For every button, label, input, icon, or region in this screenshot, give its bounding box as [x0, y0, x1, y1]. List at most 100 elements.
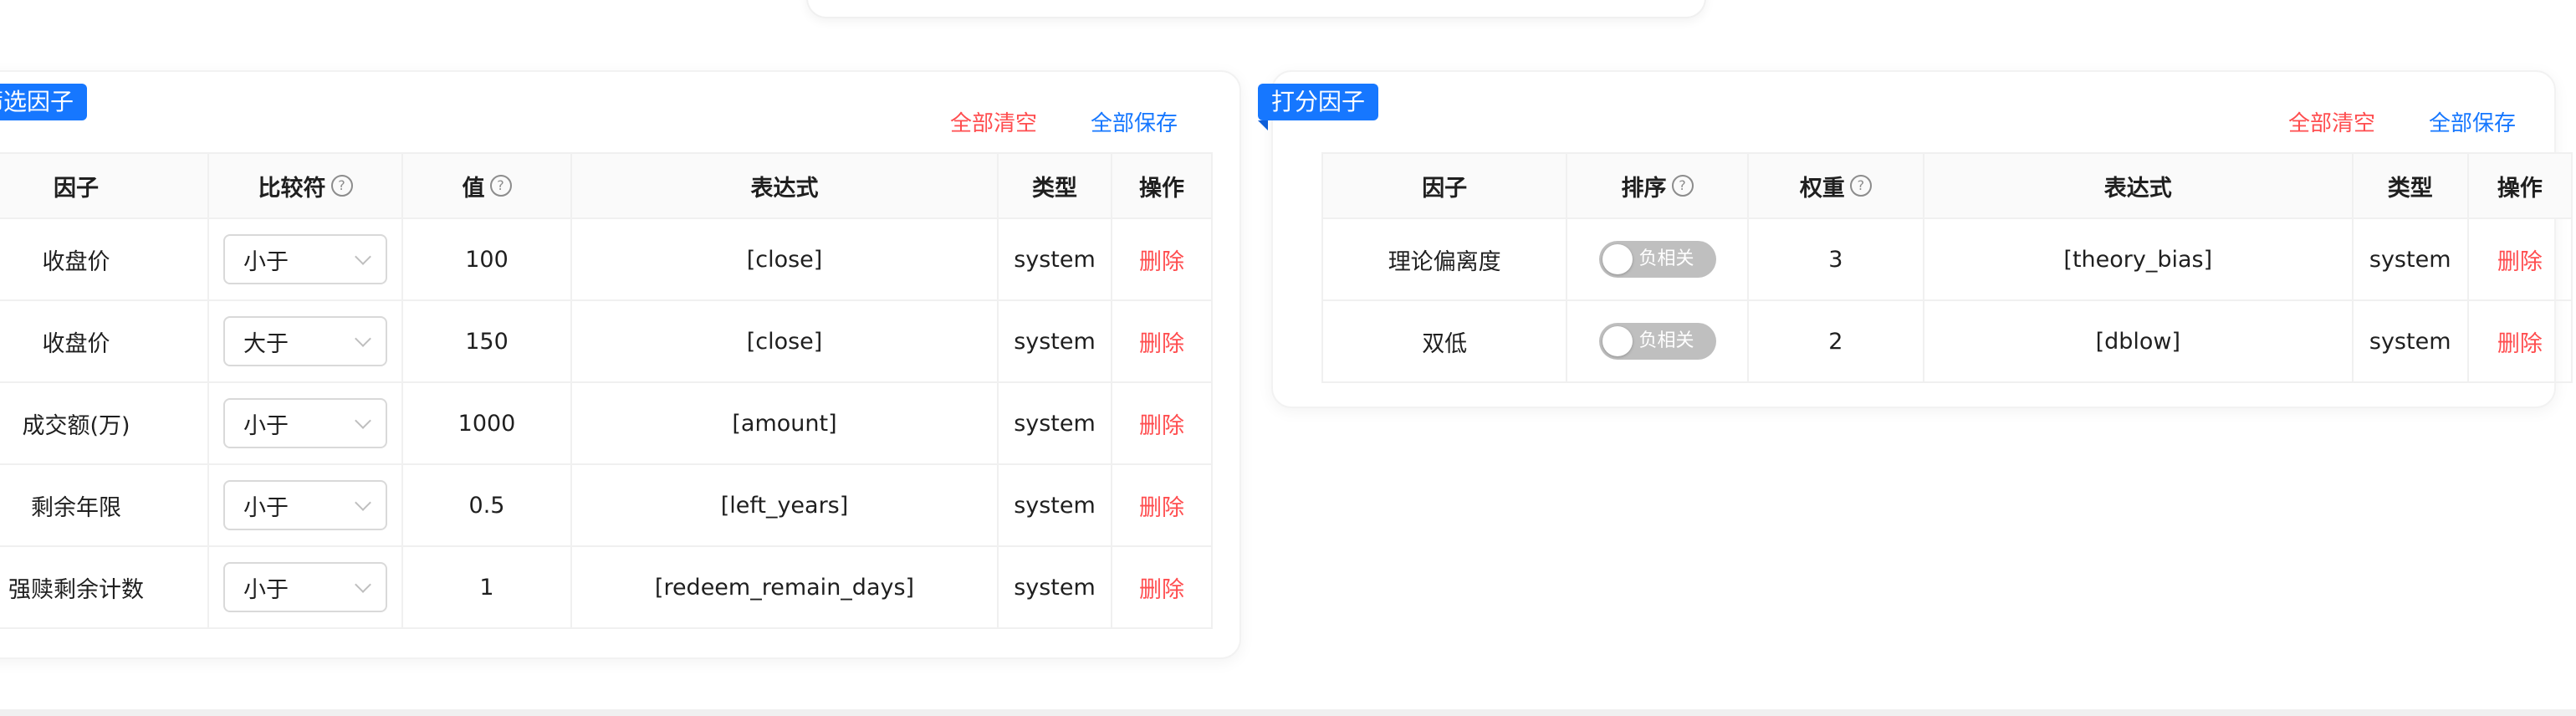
table-header-row: 因子 排序? 权重? 表达式 类型 操作 [1321, 152, 2573, 219]
type-cell: system [997, 299, 1112, 383]
column-header-expression: 表达式 [570, 152, 999, 219]
chevron-down-icon [355, 494, 371, 511]
factor-cell: 收盘价 [0, 217, 209, 301]
sort-cell: 负相关 [1566, 299, 1749, 383]
column-header-label: 权重 [1799, 175, 1845, 202]
factor-cell: 双低 [1321, 299, 1568, 383]
factor-cell: 收盘价 [0, 299, 209, 383]
type-cell: system [997, 217, 1112, 301]
sort-toggle[interactable]: 负相关 [1598, 241, 1716, 278]
chevron-down-icon [355, 576, 371, 593]
delete-button[interactable]: 删除 [1139, 331, 1184, 357]
comparator-cell: 小于 [207, 545, 403, 629]
comparator-cell: 小于 [207, 463, 403, 547]
filter-clear-all-button[interactable]: 全部清空 [950, 109, 1037, 139]
score-clear-all-button[interactable]: 全部清空 [2288, 109, 2375, 139]
table-row: 成交额(万) 小于 1000 [amount] system 删除 [0, 381, 1213, 465]
comparator-value: 小于 [243, 248, 289, 275]
value-cell: 1 [401, 545, 572, 629]
delete-button[interactable]: 删除 [1139, 577, 1184, 603]
value-cell: 100 [401, 217, 572, 301]
action-cell: 删除 [2466, 217, 2573, 301]
table-row: 强赎剩余计数 小于 1 [redeem_remain_days] system … [0, 545, 1213, 629]
comparator-cell: 小于 [207, 217, 403, 301]
column-header-label: 排序 [1621, 175, 1667, 202]
score-factor-table: 因子 排序? 权重? 表达式 类型 操作 理论偏离度 负相关 3 [theory… [1321, 152, 2573, 383]
expression-cell: [dblow] [1922, 299, 2354, 383]
toggle-knob [1602, 326, 1633, 356]
action-cell: 删除 [1111, 299, 1213, 383]
comparator-cell: 大于 [207, 299, 403, 383]
filter-save-all-button[interactable]: 全部保存 [1091, 109, 1178, 139]
delete-button[interactable]: 删除 [1139, 495, 1184, 521]
filter-factor-title: 筛选因子 [0, 84, 88, 120]
sort-cell: 负相关 [1566, 217, 1749, 301]
value-cell: 0.5 [401, 463, 572, 547]
weight-cell: 2 [1746, 299, 1924, 383]
comparator-value: 小于 [243, 494, 289, 521]
action-cell: 删除 [2466, 299, 2573, 383]
type-cell: system [997, 545, 1112, 629]
column-header-weight: 权重? [1746, 152, 1924, 219]
expression-cell: [theory_bias] [1922, 217, 2354, 301]
comparator-value: 小于 [243, 412, 289, 439]
column-header-value: 值? [401, 152, 572, 219]
comparator-select[interactable]: 大于 [223, 316, 387, 366]
table-row: 收盘价 小于 100 [close] system 删除 [0, 217, 1213, 301]
chevron-down-icon [355, 330, 371, 347]
factor-cell: 剩余年限 [0, 463, 209, 547]
table-header-row: 因子 比较符? 值? 表达式 类型 操作 [0, 152, 1213, 219]
factor-cell: 理论偏离度 [1321, 217, 1568, 301]
expression-cell: [left_years] [570, 463, 999, 547]
top-card-edge [806, 0, 1706, 18]
toggle-knob [1602, 244, 1633, 274]
question-circle-icon[interactable]: ? [330, 175, 353, 197]
value-cell: 150 [401, 299, 572, 383]
weight-cell: 3 [1746, 217, 1924, 301]
action-cell: 删除 [1111, 463, 1213, 547]
table-row: 理论偏离度 负相关 3 [theory_bias] system 删除 [1321, 217, 2573, 301]
comparator-select[interactable]: 小于 [223, 562, 387, 612]
comparator-cell: 小于 [207, 381, 403, 465]
filter-factor-table: 因子 比较符? 值? 表达式 类型 操作 收盘价 小于 100 [close] … [0, 152, 1213, 629]
sort-toggle-label: 负相关 [1638, 248, 1694, 269]
column-header-sort: 排序? [1566, 152, 1749, 219]
factor-cell: 强赎剩余计数 [0, 545, 209, 629]
type-cell: system [2351, 299, 2469, 383]
action-cell: 删除 [1111, 217, 1213, 301]
value-cell: 1000 [401, 381, 572, 465]
column-header-action: 操作 [1111, 152, 1213, 219]
column-header-expression: 表达式 [1922, 152, 2354, 219]
column-header-type: 类型 [2351, 152, 2469, 219]
comparator-value: 小于 [243, 576, 289, 603]
table-row: 剩余年限 小于 0.5 [left_years] system 删除 [0, 463, 1213, 547]
column-header-label: 比较符 [258, 175, 326, 202]
action-cell: 删除 [1111, 381, 1213, 465]
column-header-comparator: 比较符? [207, 152, 403, 219]
column-header-label: 值 [462, 175, 485, 202]
sort-toggle[interactable]: 负相关 [1598, 323, 1716, 360]
column-header-action: 操作 [2466, 152, 2573, 219]
delete-button[interactable]: 删除 [1139, 413, 1184, 439]
column-header-type: 类型 [997, 152, 1112, 219]
type-cell: system [997, 381, 1112, 465]
comparator-select[interactable]: 小于 [223, 398, 387, 448]
expression-cell: [close] [570, 299, 999, 383]
comparator-select[interactable]: 小于 [223, 480, 387, 530]
sort-toggle-label: 负相关 [1638, 330, 1694, 351]
expression-cell: [amount] [570, 381, 999, 465]
delete-button[interactable]: 删除 [2497, 249, 2543, 275]
table-row: 双低 负相关 2 [dblow] system 删除 [1321, 299, 2573, 383]
question-circle-icon[interactable]: ? [1849, 175, 1872, 197]
factor-cell: 成交额(万) [0, 381, 209, 465]
type-cell: system [2351, 217, 2469, 301]
question-circle-icon[interactable]: ? [1671, 175, 1694, 197]
score-save-all-button[interactable]: 全部保存 [2429, 109, 2516, 139]
delete-button[interactable]: 删除 [1139, 249, 1184, 275]
expression-cell: [redeem_remain_days] [570, 545, 999, 629]
score-factor-title: 打分因子 [1258, 84, 1379, 130]
table-row: 收盘价 大于 150 [close] system 删除 [0, 299, 1213, 383]
comparator-select[interactable]: 小于 [223, 234, 387, 284]
question-circle-icon[interactable]: ? [489, 175, 512, 197]
delete-button[interactable]: 删除 [2497, 331, 2543, 357]
